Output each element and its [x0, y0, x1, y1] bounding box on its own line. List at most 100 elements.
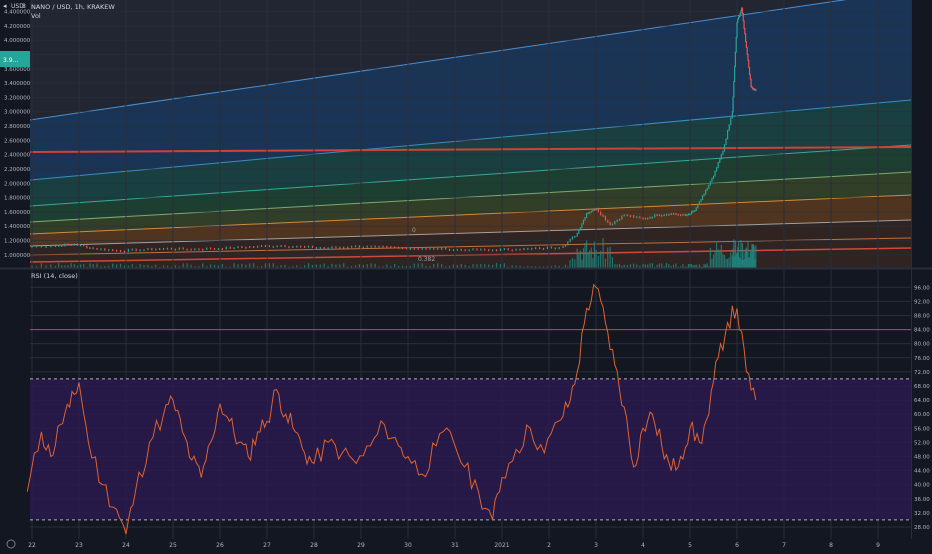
volume-bar: [651, 263, 653, 268]
price-tick-label: 2.200000: [4, 167, 31, 173]
trading-chart[interactable]: 1.000000 1.200000 1.400000 1.600000 1.800000…: [0, 0, 932, 550]
time-tick-label: 22: [28, 542, 36, 549]
price-candle: [213, 247, 216, 250]
price-candle: [661, 214, 663, 217]
price-candle: [531, 247, 533, 250]
price-candle: [700, 199, 702, 203]
volume-bar: [642, 263, 644, 268]
price-candle: [689, 213, 691, 216]
volume-bar: [623, 264, 625, 268]
volume-bar: [675, 263, 677, 268]
volume-bar: [611, 257, 614, 268]
price-candle: [257, 245, 259, 248]
price-candle: [151, 247, 153, 251]
time-tick-label: 26: [216, 542, 224, 549]
price-candle: [716, 167, 718, 172]
price-candle: [602, 214, 604, 217]
rsi-tick-label: 84.00: [914, 328, 930, 334]
price-candle: [723, 144, 726, 152]
volume-bar: [186, 263, 188, 268]
volume-bar: [709, 247, 711, 268]
price-candle: [174, 248, 176, 251]
price-candle: [574, 235, 576, 238]
volume-bar: [616, 264, 618, 268]
volume-bar: [649, 263, 651, 268]
price-candle: [237, 246, 239, 249]
price-candle: [708, 184, 710, 189]
price-candle: [701, 195, 704, 201]
volume-bar: [647, 264, 649, 268]
volume-bar: [668, 264, 670, 268]
price-candle: [569, 238, 571, 243]
price-candle: [147, 247, 149, 251]
volume-bar: [689, 264, 691, 268]
price-candle: [686, 214, 688, 217]
price-candle: [45, 245, 47, 248]
price-candle: [70, 243, 72, 246]
price-candle: [720, 154, 722, 160]
price-candle: [143, 249, 145, 252]
volume-bar: [665, 263, 668, 268]
price-candle: [135, 248, 137, 252]
fib-ratio-label: 0.382: [418, 256, 435, 263]
currency-arrow-icon[interactable]: ◂: [3, 2, 7, 10]
volume-bar: [589, 250, 591, 268]
rsi-tick-label: 60.00: [914, 412, 930, 418]
symbol-title[interactable]: NANO / USD, 1h, KRAKEW: [31, 3, 115, 11]
volume-bar: [672, 264, 675, 268]
price-candle: [564, 244, 567, 247]
price-candle: [535, 247, 537, 250]
price-candle: [131, 248, 133, 251]
volume-bar: [633, 263, 635, 268]
price-candle: [709, 181, 711, 186]
price-tick-label: 2.600000: [4, 138, 31, 144]
price-candle: [698, 201, 700, 205]
price-candle: [50, 245, 52, 248]
price-candle: [300, 245, 302, 248]
price-tick-label: 1.600000: [4, 210, 31, 216]
volume-bar: [307, 263, 310, 268]
rsi-band: [30, 378, 911, 520]
volume-bar: [433, 263, 435, 268]
price-candle: [515, 248, 517, 251]
price-candle: [170, 247, 173, 250]
price-candle: [284, 245, 286, 248]
price-candle: [194, 248, 196, 251]
price-candle: [690, 210, 693, 215]
volume-bar: [272, 263, 274, 268]
chart-settings-icon[interactable]: [6, 539, 16, 549]
volume-bar: [578, 254, 580, 268]
price-candle: [507, 248, 509, 251]
lock-icon[interactable]: 8: [22, 3, 26, 10]
price-candle: [79, 244, 82, 247]
price-candle: [654, 214, 656, 218]
volume-indicator-label[interactable]: Vol: [31, 12, 41, 20]
price-candle: [433, 247, 435, 250]
volume-bar: [571, 257, 574, 268]
price-candle: [578, 229, 580, 234]
price-candle: [127, 248, 129, 252]
time-axis[interactable]: 22 23 24 25 26 27 28 29 30 31 2021 2 3 4 5 6 7 8 9: [28, 542, 880, 549]
price-tick-label: 1.200000: [4, 239, 31, 245]
rsi-tick-label: 76.00: [914, 356, 930, 362]
price-candle: [567, 241, 569, 246]
price-candle: [670, 212, 672, 216]
price-candle: [354, 245, 357, 248]
price-candle: [562, 245, 564, 249]
rsi-indicator-label[interactable]: RSI (14, close): [31, 272, 78, 280]
volume-bar: [210, 264, 212, 268]
rsi-tick-label: 40.00: [914, 483, 930, 489]
volume-bar: [644, 264, 646, 268]
volume-bar: [609, 247, 611, 268]
price-tick-label: 3.600000: [4, 67, 31, 73]
volume-bar: [629, 264, 632, 268]
price-candle: [695, 207, 697, 211]
volume-bar: [96, 263, 98, 268]
volume-bar: [564, 264, 567, 268]
rsi-axis[interactable]: 28.00 32.00 36.00 40.00 44.00 48.00 52.00 56.00…: [914, 285, 930, 531]
volume-bar: [488, 264, 490, 268]
volume-bar: [386, 264, 388, 268]
price-candle: [600, 211, 602, 216]
price-candle: [331, 246, 333, 249]
time-tick-label: 7: [782, 542, 786, 549]
